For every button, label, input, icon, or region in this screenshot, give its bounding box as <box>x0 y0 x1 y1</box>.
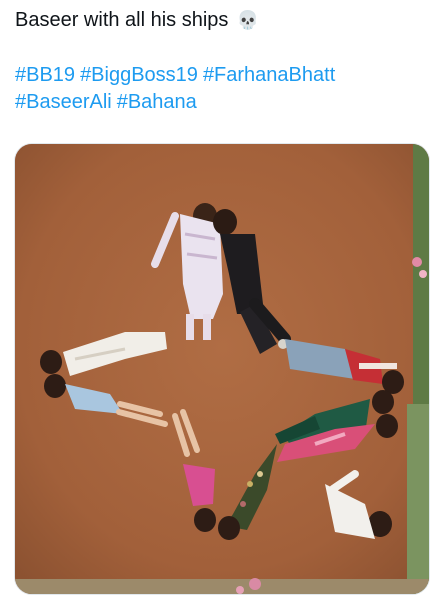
tweet-media-photo[interactable] <box>14 143 430 595</box>
tweet-text-line: Baseer with all his ships 💀 <box>15 6 435 34</box>
flower-decor <box>236 586 244 594</box>
hashtag-line: #BaseerAli #Bahana <box>15 89 435 116</box>
flower-decor <box>249 578 261 590</box>
tweet-caption: Baseer with all his ships <box>15 9 229 31</box>
hashtag-bb19[interactable]: #BB19 <box>15 64 75 86</box>
skull-icon: 💀 <box>236 10 259 30</box>
flower-decor <box>419 270 427 278</box>
hashtag-line: #BB19 #BiggBoss19 #FarhanaBhatt <box>15 62 435 89</box>
garden-edge <box>407 404 429 594</box>
tweet-text: Baseer with all his ships 💀 #BB19 #BiggBo… <box>15 6 435 116</box>
hashtag-biggboss19[interactable]: #BiggBoss19 <box>80 64 198 86</box>
flower-decor <box>412 257 422 267</box>
hashtag-list: #BB19 #BiggBoss19 #FarhanaBhatt #BaseerAli… <box>15 62 435 116</box>
floor-edge <box>15 579 429 594</box>
hashtag-bahana[interactable]: #Bahana <box>117 91 197 113</box>
hashtag-farhanabhatt[interactable]: #FarhanaBhatt <box>203 64 335 86</box>
hashtag-baseerali[interactable]: #BaseerAli <box>15 91 112 113</box>
group-photo-illustration <box>15 144 429 594</box>
